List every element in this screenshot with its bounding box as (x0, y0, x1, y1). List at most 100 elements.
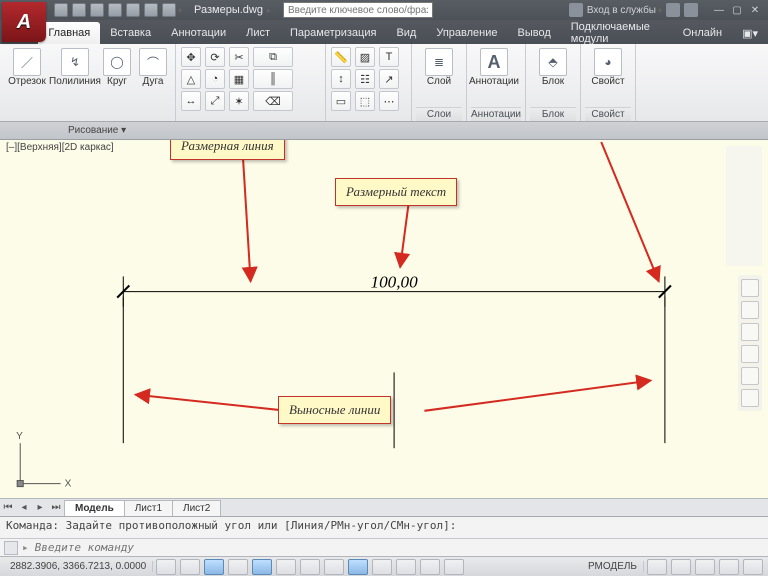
close-button[interactable]: ✕ (746, 3, 764, 17)
qat-open-icon[interactable] (72, 3, 86, 17)
rotate-icon[interactable]: ⟳ (205, 47, 225, 67)
qat-saveas-icon[interactable] (108, 3, 122, 17)
group-icon[interactable]: ⬚ (355, 91, 375, 111)
status-grid-button[interactable] (180, 559, 200, 575)
misc-icon[interactable]: ⋯ (379, 91, 399, 111)
tab-scroll-next-icon[interactable]: ▸ (32, 502, 48, 513)
annotation-button[interactable]: AАннотации (471, 46, 517, 87)
tab-layout1[interactable]: Лист1 (124, 500, 173, 516)
status-clean-button[interactable] (743, 559, 763, 575)
tab-scroll-first-icon[interactable]: ⏮ (0, 502, 16, 513)
title-bar: ▾ Размеры.dwg ▸ Вход в службы ▾ — ▢ ✕ (0, 0, 768, 20)
help-search-input[interactable] (283, 2, 433, 18)
polyline-button[interactable]: ↯Полилиния (52, 46, 98, 87)
tab-layout2[interactable]: Лист2 (172, 500, 221, 516)
exchange-icon[interactable] (666, 3, 680, 17)
explode-icon[interactable]: ✶ (229, 91, 249, 111)
status-3dosnap-button[interactable] (276, 559, 296, 575)
dim-icon[interactable]: ↕ (331, 69, 351, 89)
viewcube[interactable] (726, 146, 762, 266)
tab-scroll-prev-icon[interactable]: ◂ (16, 502, 32, 513)
status-snap-button[interactable] (156, 559, 176, 575)
block-button[interactable]: ⬘Блок (530, 46, 576, 87)
status-dyn-button[interactable] (348, 559, 368, 575)
ribbon-collapse-button[interactable]: ▣▾ (732, 22, 768, 44)
region-icon[interactable]: ▭ (331, 91, 351, 111)
copy-icon[interactable]: ⧉ (253, 47, 293, 67)
status-lock-button[interactable] (671, 559, 691, 575)
status-workspace-button[interactable] (647, 559, 667, 575)
properties-button[interactable]: ◕Свойст (585, 46, 631, 87)
array-icon[interactable]: ▦ (229, 69, 249, 89)
status-sc-button[interactable] (444, 559, 464, 575)
doc-dropdown-icon[interactable]: ▸ (267, 6, 271, 15)
status-tpy-button[interactable] (396, 559, 416, 575)
application-menu-button[interactable] (2, 2, 46, 42)
tab-scroll-last-icon[interactable]: ⏭ (48, 502, 64, 513)
qat-save-icon[interactable] (90, 3, 104, 17)
tab-model[interactable]: Модель (64, 500, 125, 516)
arc-button[interactable]: ⌒Дуга (136, 46, 170, 87)
dimension-text: 100,00 (370, 273, 418, 292)
qat-expand-icon[interactable]: ▾ (178, 6, 182, 15)
layers-button[interactable]: ≣Слой (416, 46, 462, 87)
status-qp-button[interactable] (420, 559, 440, 575)
status-hardware-button[interactable] (695, 559, 715, 575)
hatch-icon[interactable]: ▨ (355, 47, 375, 67)
nav-wheel-icon[interactable] (741, 367, 759, 385)
quick-access-toolbar: ▾ (54, 3, 182, 17)
status-ortho-button[interactable] (204, 559, 224, 575)
tab-manage[interactable]: Управление (426, 22, 507, 44)
qat-print-icon[interactable] (126, 3, 140, 17)
status-otrack-button[interactable] (300, 559, 320, 575)
trim-icon[interactable]: ✂ (229, 47, 249, 67)
drawing-area[interactable]: [–][Верхняя][2D каркас] Размерная линия … (0, 140, 768, 498)
status-isolate-button[interactable] (719, 559, 739, 575)
callout-dimension-line: Размерная линия (170, 140, 285, 160)
qat-new-icon[interactable] (54, 3, 68, 17)
stretch-icon[interactable]: ↔ (181, 91, 201, 111)
tab-sheet[interactable]: Лист (236, 22, 280, 44)
leader-icon[interactable]: ↗ (379, 69, 399, 89)
nav-showmotion-icon[interactable] (741, 389, 759, 407)
line-button[interactable]: ／Отрезок (4, 46, 50, 87)
tab-insert[interactable]: Вставка (100, 22, 161, 44)
status-lwt-button[interactable] (372, 559, 392, 575)
command-input[interactable] (33, 540, 764, 555)
offset-icon[interactable]: ║ (253, 69, 293, 89)
erase-icon[interactable]: ⌫ (253, 91, 293, 111)
measure-icon[interactable]: 📏 (331, 47, 351, 67)
tab-output[interactable]: Вывод (508, 22, 561, 44)
user-icon[interactable] (569, 3, 583, 17)
tab-parametric[interactable]: Параметризация (280, 22, 386, 44)
move-icon[interactable]: ✥ (181, 47, 201, 67)
status-space-label[interactable]: РМОДЕЛЬ (582, 561, 644, 572)
qat-undo-icon[interactable] (144, 3, 158, 17)
tab-view[interactable]: Вид (386, 22, 426, 44)
nav-pan-icon[interactable] (741, 301, 759, 319)
fillet-icon[interactable]: ◔ (205, 69, 225, 89)
status-osnap-button[interactable] (252, 559, 272, 575)
table-icon[interactable]: ☷ (355, 69, 375, 89)
tab-annotate[interactable]: Аннотации (161, 22, 236, 44)
circle-button[interactable]: ◯Круг (100, 46, 134, 87)
nav-orbit-icon[interactable] (741, 345, 759, 363)
minimize-button[interactable]: — (710, 3, 728, 17)
qat-redo-icon[interactable] (162, 3, 176, 17)
nav-full-icon[interactable] (741, 279, 759, 297)
mirror-icon[interactable]: △ (181, 69, 201, 89)
scale-icon[interactable]: ⤢ (205, 91, 225, 111)
nav-zoom-icon[interactable] (741, 323, 759, 341)
status-ducs-button[interactable] (324, 559, 344, 575)
panel-draw-label[interactable]: Рисование ▾ (68, 125, 126, 136)
help-icon[interactable] (684, 3, 698, 17)
restore-button[interactable]: ▢ (728, 3, 746, 17)
ribbon-tabs: Главная Вставка Аннотации Лист Параметри… (0, 20, 768, 44)
signin-label[interactable]: Вход в службы (587, 5, 656, 16)
tab-home[interactable]: Главная (38, 22, 100, 44)
status-polar-button[interactable] (228, 559, 248, 575)
tab-online[interactable]: Онлайн (673, 22, 732, 44)
tab-plugins[interactable]: Подключаемые модули (561, 22, 673, 44)
text-icon[interactable]: T (379, 47, 399, 67)
command-prompt-icon[interactable] (4, 541, 18, 555)
